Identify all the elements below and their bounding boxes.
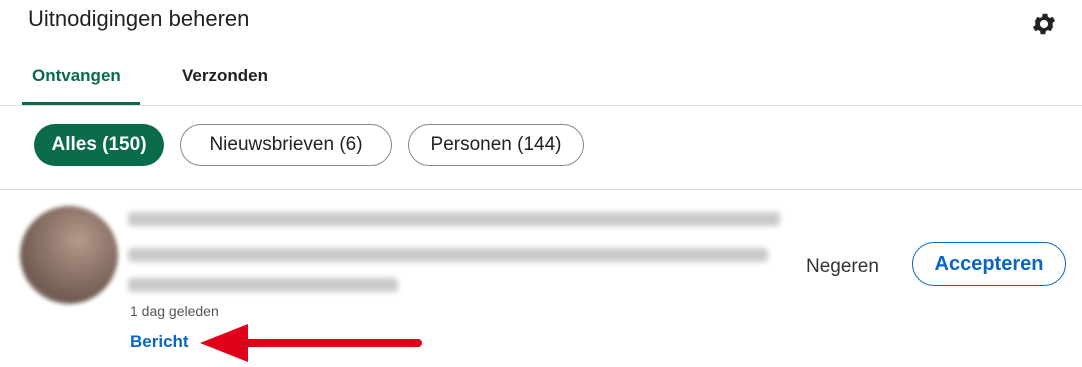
ignore-button[interactable]: Negeren: [806, 256, 879, 278]
headline-text-blurred: [128, 248, 768, 262]
invitation-text-blurred: [128, 212, 780, 226]
tab-received[interactable]: Ontvangen: [32, 66, 121, 86]
gear-icon[interactable]: [1030, 10, 1058, 38]
invitation-time: 1 dag geleden: [130, 303, 219, 319]
filter-people[interactable]: Personen (144): [408, 124, 584, 166]
accept-button[interactable]: Accepteren: [912, 242, 1066, 286]
tab-sent[interactable]: Verzonden: [182, 66, 268, 86]
filter-newsletters[interactable]: Nieuwsbrieven (6): [180, 124, 392, 166]
arrow-annotation: [200, 324, 422, 362]
message-link[interactable]: Bericht: [130, 332, 189, 352]
divider: [0, 105, 1082, 106]
page-title: Uitnodigingen beheren: [28, 6, 250, 31]
filter-all[interactable]: Alles (150): [34, 124, 164, 166]
mutual-connections-blurred: [128, 278, 398, 292]
avatar[interactable]: [20, 206, 118, 304]
divider: [0, 189, 1082, 190]
